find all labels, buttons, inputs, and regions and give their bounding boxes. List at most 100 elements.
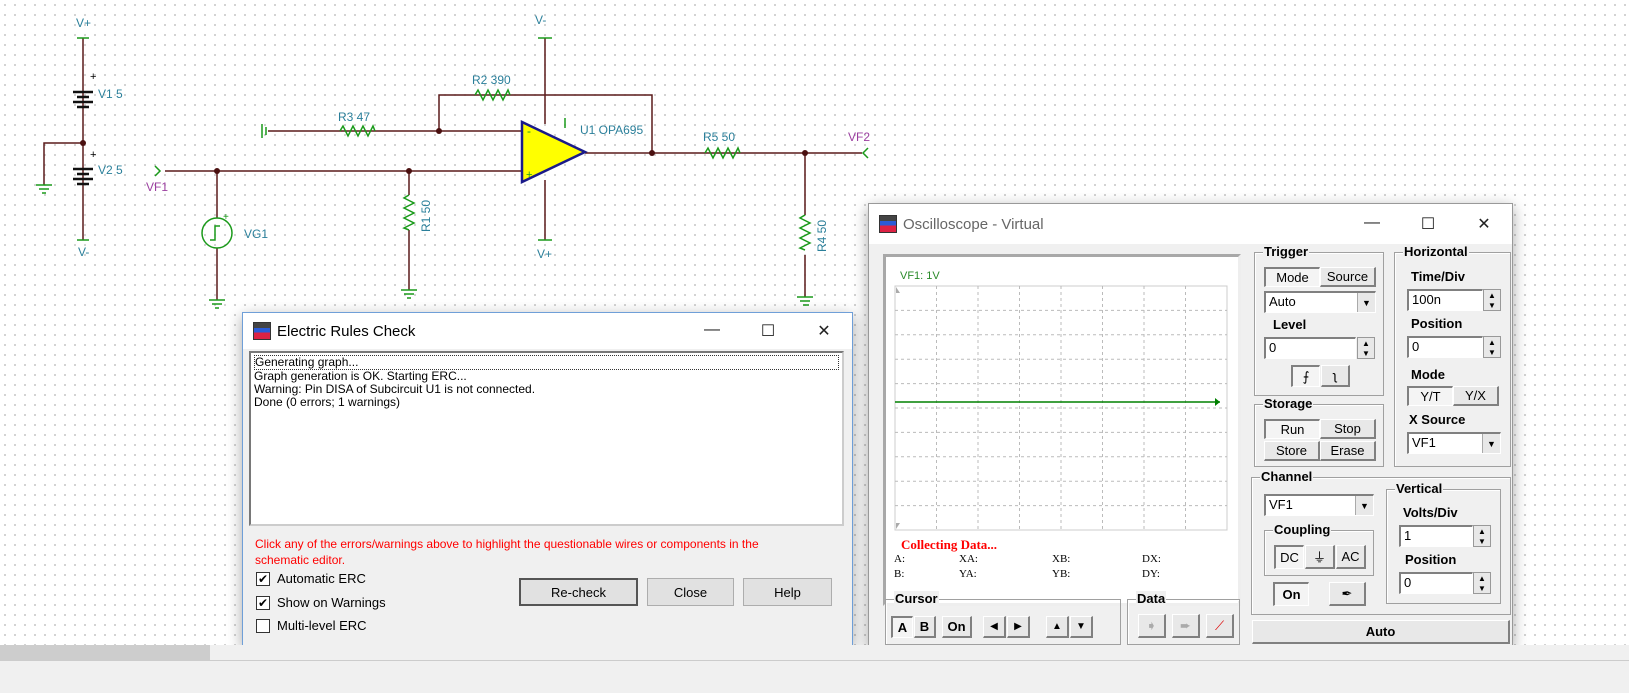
- label-r5: R5 50: [703, 130, 735, 144]
- v-position-input[interactable]: 0: [1399, 572, 1473, 594]
- log-line[interactable]: Generating graph...: [254, 355, 839, 370]
- multi-level-erc-checkbox[interactable]: Multi-level ERC: [256, 618, 367, 633]
- volts-div-spinner[interactable]: ▲ ▼: [1473, 525, 1491, 547]
- label-vf2: VF2: [848, 130, 870, 144]
- h-position-spinner[interactable]: ▲ ▼: [1483, 336, 1501, 358]
- select-value: VF1: [1269, 497, 1293, 512]
- oscilloscope-window: Oscilloscope - Virtual — ☐ ✕ VF1: 1V Colle…: [868, 203, 1513, 649]
- yx-button[interactable]: Y/X: [1453, 386, 1499, 406]
- trigger-mode-button[interactable]: Mode: [1264, 267, 1320, 287]
- export-data-icon[interactable]: ➨: [1172, 614, 1200, 638]
- trigger-mode-select[interactable]: Auto ▼: [1264, 291, 1376, 313]
- scope-grid[interactable]: [894, 285, 1229, 533]
- run-button[interactable]: Run: [1264, 419, 1320, 439]
- close-button[interactable]: Close: [647, 578, 734, 606]
- store-button[interactable]: Store: [1264, 441, 1320, 461]
- yb-readout: YB:: [1052, 568, 1071, 580]
- maximize-icon[interactable]: ☐: [740, 321, 796, 341]
- coupling-group: Coupling DC ⏚ AC: [1264, 522, 1374, 576]
- close-icon[interactable]: ✕: [796, 321, 852, 341]
- cursor-up-button[interactable]: ▲: [1046, 616, 1069, 638]
- status-text: Collecting Data...: [901, 537, 998, 552]
- x-source-select[interactable]: VF1 ▼: [1407, 432, 1501, 454]
- v-position-label: Position: [1405, 552, 1457, 567]
- falling-edge-icon[interactable]: ʅ: [1321, 365, 1350, 387]
- checkbox-label: Show on Warnings: [277, 595, 386, 610]
- curve-icon[interactable]: ⟋: [1206, 614, 1234, 638]
- x-source-label: X Source: [1409, 412, 1466, 427]
- show-on-warnings-checkbox[interactable]: ✔ Show on Warnings: [256, 595, 386, 610]
- v2-plus: +: [90, 149, 96, 161]
- close-icon[interactable]: ✕: [1456, 214, 1512, 234]
- channel-on-button[interactable]: On: [1273, 582, 1309, 606]
- automatic-erc-checkbox[interactable]: ✔ Automatic ERC: [256, 571, 366, 586]
- dc-coupling-button[interactable]: DC: [1274, 545, 1304, 569]
- stop-button[interactable]: Stop: [1320, 419, 1376, 439]
- erc-title: Electric Rules Check: [277, 322, 416, 340]
- ya-readout: YA:: [959, 568, 977, 580]
- minimize-icon[interactable]: —: [684, 321, 740, 341]
- label-vg1: VG1: [244, 227, 268, 241]
- dy-readout: DY:: [1142, 568, 1160, 580]
- cursor-left-button[interactable]: ◀: [983, 616, 1006, 638]
- trigger-source-button[interactable]: Source: [1320, 267, 1376, 287]
- log-line[interactable]: Done (0 errors; 1 warnings): [254, 396, 839, 409]
- v-position-spinner[interactable]: ▲ ▼: [1473, 572, 1491, 594]
- xb-readout: XB:: [1052, 553, 1071, 565]
- minimize-icon[interactable]: —: [1344, 214, 1400, 234]
- opamp-minus: -: [527, 124, 531, 138]
- auto-button[interactable]: Auto: [1252, 620, 1510, 644]
- recheck-button[interactable]: Re-check: [519, 578, 638, 606]
- cursor-right-button[interactable]: ▶: [1007, 616, 1030, 638]
- erc-hint: Click any of the errors/warnings above t…: [255, 537, 759, 567]
- level-spinner[interactable]: ▲ ▼: [1357, 337, 1375, 359]
- volts-div-input[interactable]: 1: [1399, 525, 1473, 547]
- erc-titlebar[interactable]: Electric Rules Check — ☐ ✕: [243, 313, 852, 349]
- probe-icon[interactable]: ✒: [1329, 582, 1366, 606]
- scope-titlebar[interactable]: Oscilloscope - Virtual — ☐ ✕: [869, 204, 1512, 244]
- ground-coupling-button[interactable]: ⏚: [1305, 545, 1335, 569]
- time-div-spinner[interactable]: ▲ ▼: [1483, 289, 1501, 311]
- status-bar: [0, 660, 1629, 693]
- group-title: Trigger: [1263, 244, 1310, 259]
- group-title: Horizontal: [1403, 244, 1469, 259]
- vg1-plus: +: [223, 212, 229, 223]
- time-div-label: Time/Div: [1411, 269, 1465, 284]
- yt-button[interactable]: Y/T: [1407, 386, 1453, 406]
- maximize-icon[interactable]: ☐: [1400, 214, 1456, 234]
- scope-title: Oscilloscope - Virtual: [903, 215, 1044, 233]
- channel-group: Channel VF1 ▼ Coupling DC ⏚ AC On ✒ Verti…: [1251, 469, 1511, 615]
- cursor-a-button[interactable]: A: [891, 616, 913, 638]
- select-value: VF1: [1412, 435, 1436, 450]
- trigger-level-input[interactable]: 0: [1264, 337, 1356, 359]
- label-r2: R2 390: [472, 73, 511, 87]
- help-button[interactable]: Help: [743, 578, 832, 606]
- time-div-input[interactable]: 100n: [1407, 289, 1483, 311]
- chevron-down-icon: ▼: [1357, 293, 1375, 312]
- label-v1: V1 5: [98, 87, 123, 101]
- label-vplus: V+: [76, 16, 91, 30]
- horizontal-scrollbar[interactable]: [0, 645, 1629, 660]
- label-vminus: V-: [78, 245, 89, 259]
- import-data-icon[interactable]: ➧: [1138, 614, 1166, 638]
- group-title: Storage: [1263, 396, 1314, 411]
- group-title: Channel: [1260, 469, 1314, 484]
- app-icon: [879, 215, 897, 233]
- volts-div-label: Volts/Div: [1403, 505, 1458, 520]
- ac-coupling-button[interactable]: AC: [1336, 545, 1366, 569]
- cursor-b-readout: B:: [894, 568, 905, 580]
- label-r4: R4 50: [815, 220, 829, 252]
- group-title: Cursor: [894, 591, 939, 606]
- erase-button[interactable]: Erase: [1320, 441, 1376, 461]
- opamp-plus: +: [526, 169, 532, 181]
- v1-plus: +: [90, 71, 96, 83]
- scrollbar-thumb[interactable]: [0, 645, 210, 660]
- erc-log[interactable]: Generating graph... Graph generation is …: [249, 351, 844, 526]
- h-position-input[interactable]: 0: [1407, 336, 1483, 358]
- cursor-on-button[interactable]: On: [942, 616, 972, 638]
- channel-select[interactable]: VF1 ▼: [1264, 494, 1374, 516]
- cursor-down-button[interactable]: ▼: [1070, 616, 1093, 638]
- cursor-b-button[interactable]: B: [914, 616, 936, 638]
- rising-edge-icon[interactable]: ⨍: [1291, 365, 1320, 387]
- app-icon: [253, 322, 271, 340]
